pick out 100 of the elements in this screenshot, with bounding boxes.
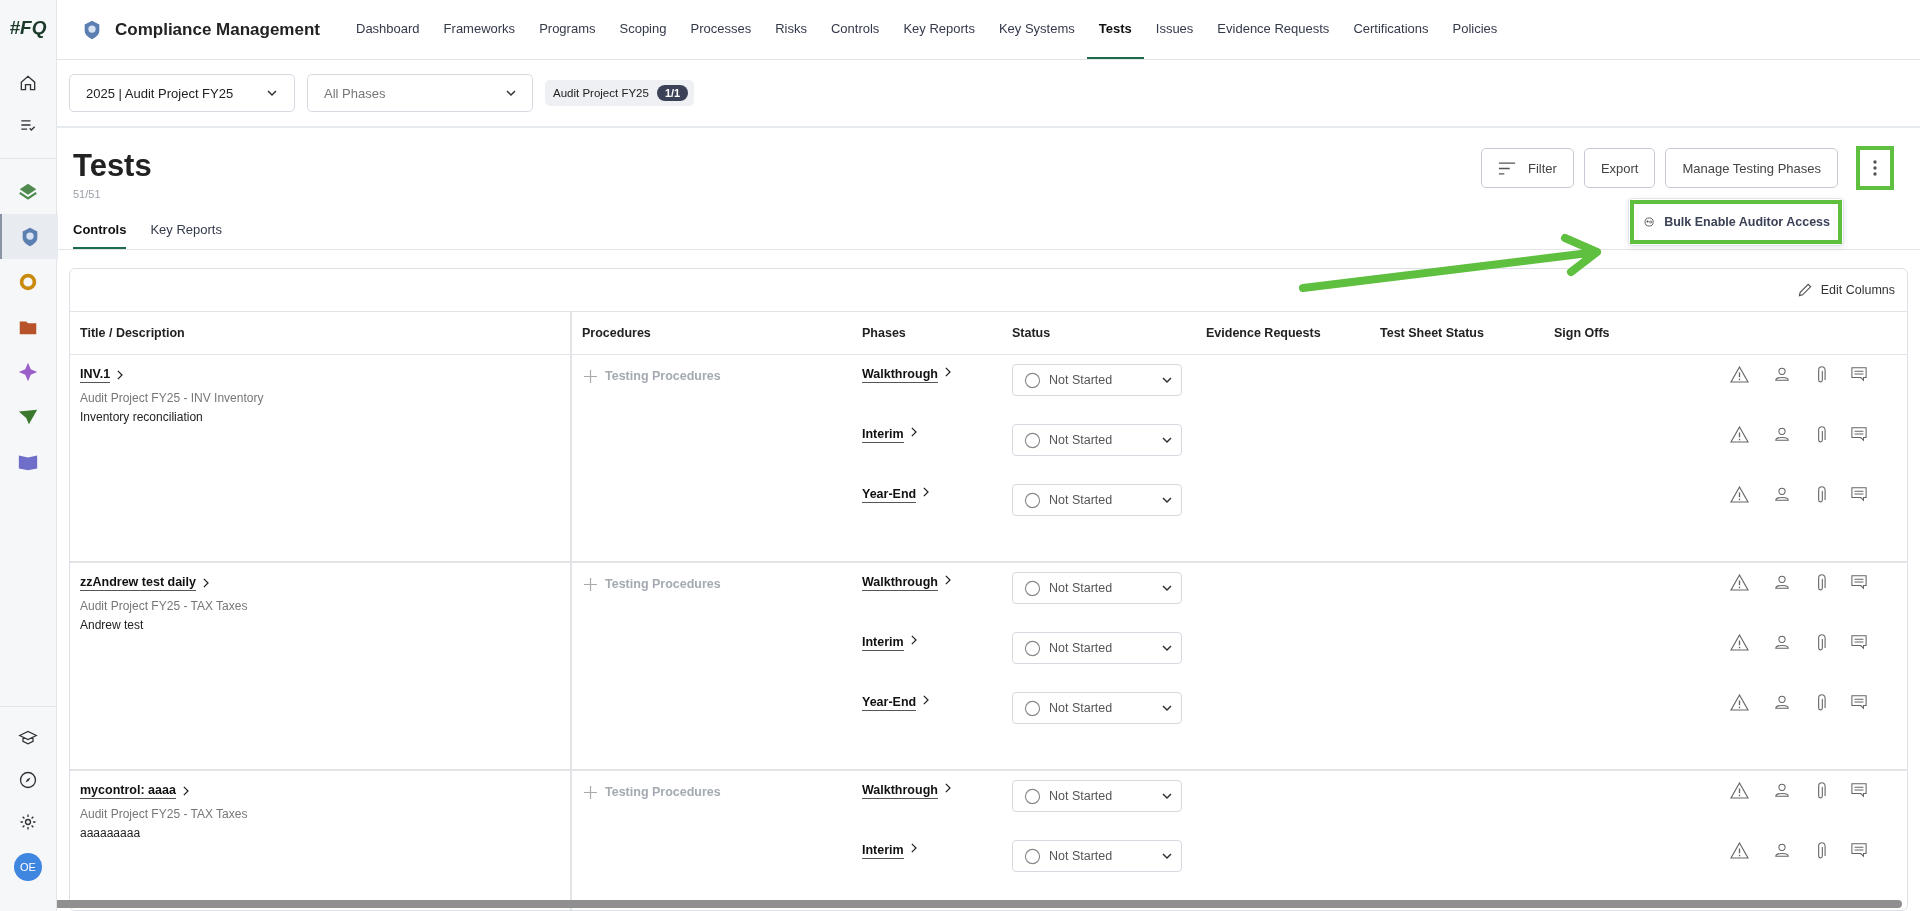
comment-icon[interactable]: [1850, 486, 1868, 502]
chevron-right-icon: [909, 843, 917, 853]
action-button[interactable]: Export: [1583, 148, 1656, 188]
plus-icon: [584, 785, 597, 799]
settings-icon[interactable]: [18, 812, 38, 832]
status-dropdown[interactable]: Not Started: [1012, 484, 1182, 516]
nav-tab[interactable]: Programs: [527, 0, 608, 59]
view-tab[interactable]: Controls: [73, 222, 127, 249]
view-tab[interactable]: Key Reports: [150, 222, 222, 249]
app-logo[interactable]: #FQ: [9, 17, 47, 39]
chevron-right-icon: [181, 786, 189, 796]
person-icon[interactable]: [1773, 694, 1791, 710]
warning-icon[interactable]: [1730, 842, 1749, 859]
warning-icon[interactable]: [1730, 634, 1749, 651]
chevron-right-icon: [116, 370, 124, 380]
nav-tab[interactable]: Key Reports: [891, 0, 987, 59]
action-button[interactable]: Filter: [1481, 148, 1574, 188]
status-dropdown[interactable]: Not Started: [1012, 780, 1182, 812]
warning-icon[interactable]: [1730, 426, 1749, 443]
chevron-down-icon: [1161, 642, 1173, 654]
compass-icon[interactable]: [18, 770, 38, 790]
nav-tab[interactable]: Dashboard: [344, 0, 432, 59]
control-title-link[interactable]: INV.1: [80, 367, 111, 383]
phase-link[interactable]: Walkthrough: [862, 367, 938, 383]
nav-tab[interactable]: Scoping: [607, 0, 679, 59]
comment-icon[interactable]: [1850, 574, 1868, 590]
record-count: 51/51: [73, 188, 102, 200]
chevron-down-icon: [1161, 582, 1173, 594]
status-dropdown[interactable]: Not Started: [1012, 632, 1182, 664]
phase-link[interactable]: Interim: [862, 427, 904, 443]
phase-link[interactable]: Interim: [862, 635, 904, 651]
nav-tab[interactable]: Frameworks: [431, 0, 528, 59]
person-icon[interactable]: [1773, 426, 1791, 442]
comment-icon[interactable]: [1850, 426, 1868, 442]
paperclip-icon[interactable]: [1815, 366, 1826, 385]
phases-dropdown[interactable]: All Phases: [307, 74, 533, 112]
nav-tab[interactable]: Key Systems: [986, 0, 1087, 59]
person-icon[interactable]: [1773, 366, 1791, 382]
project-chip[interactable]: Audit Project FY25 1/1: [545, 80, 695, 106]
chevron-down-icon: [1161, 434, 1173, 446]
phase-link[interactable]: Walkthrough: [862, 783, 938, 799]
person-icon[interactable]: [1773, 486, 1791, 502]
paperclip-icon[interactable]: [1815, 634, 1826, 653]
plus-icon: [584, 369, 597, 383]
count-badge: 1/1: [656, 85, 689, 101]
column-header: Procedures: [582, 326, 651, 340]
warning-icon[interactable]: [1730, 694, 1749, 711]
nav-tab[interactable]: Tests: [1086, 0, 1144, 59]
paperclip-icon[interactable]: [1815, 426, 1826, 445]
status-dropdown[interactable]: Not Started: [1012, 692, 1182, 724]
phase-link[interactable]: Year-End: [862, 695, 917, 711]
paperclip-icon[interactable]: [1815, 694, 1826, 713]
phase-link[interactable]: Year-End: [862, 487, 917, 503]
nav-tab[interactable]: Risks: [763, 0, 819, 59]
paperclip-icon[interactable]: [1815, 574, 1826, 593]
status-dropdown[interactable]: Not Started: [1012, 572, 1182, 604]
comment-icon[interactable]: [1850, 694, 1868, 710]
circle-icon: [1024, 787, 1041, 805]
menu-item[interactable]: Bulk Enable Auditor Access: [1632, 202, 1840, 242]
comment-icon[interactable]: [1850, 782, 1868, 798]
comment-icon[interactable]: [1850, 366, 1868, 382]
nav-tab[interactable]: Certifications: [1341, 0, 1441, 59]
nav-tab[interactable]: Evidence Requests: [1205, 0, 1342, 59]
paperclip-icon[interactable]: [1815, 782, 1826, 801]
nav-tab[interactable]: Processes: [678, 0, 764, 59]
control-title-link[interactable]: mycontrol: aaaa: [80, 783, 176, 799]
plus-icon: [584, 577, 597, 591]
control-title-link[interactable]: zzAndrew test daily: [80, 575, 196, 591]
warning-icon[interactable]: [1730, 574, 1749, 591]
chevron-right-icon: [909, 427, 917, 437]
comment-icon[interactable]: [1850, 842, 1868, 858]
nav-tab[interactable]: Issues: [1143, 0, 1206, 59]
person-icon[interactable]: [1773, 634, 1791, 650]
person-icon[interactable]: [1773, 782, 1791, 798]
person-icon[interactable]: [1773, 574, 1791, 590]
warning-icon[interactable]: [1730, 366, 1749, 383]
warning-icon[interactable]: [1730, 486, 1749, 503]
edit-columns-link[interactable]: Edit Columns: [1796, 282, 1895, 298]
action-button[interactable]: Manage Testing Phases: [1665, 148, 1838, 188]
circle-icon: [1024, 639, 1041, 657]
project-dropdown[interactable]: 2025 | Audit Project FY25: [69, 74, 295, 112]
warning-icon[interactable]: [1730, 782, 1749, 799]
vertical-dots-icon: [1873, 160, 1877, 176]
chevron-down-icon: [1161, 702, 1173, 714]
control-description: Andrew test: [80, 618, 145, 632]
nav-tab[interactable]: Policies: [1440, 0, 1510, 59]
status-dropdown[interactable]: Not Started: [1012, 840, 1182, 872]
status-dropdown[interactable]: Not Started: [1012, 424, 1182, 456]
paperclip-icon[interactable]: [1815, 842, 1826, 861]
person-icon[interactable]: [1773, 842, 1791, 858]
circle-icon: [1024, 699, 1041, 717]
comment-icon[interactable]: [1850, 634, 1868, 650]
phase-link[interactable]: Walkthrough: [862, 575, 938, 591]
chevron-down-icon: [1161, 494, 1173, 506]
nav-tab[interactable]: Controls: [818, 0, 892, 59]
paperclip-icon[interactable]: [1815, 486, 1826, 505]
phase-link[interactable]: Interim: [862, 843, 904, 859]
status-dropdown[interactable]: Not Started: [1012, 364, 1182, 396]
user-avatar[interactable]: OE: [14, 853, 42, 881]
home-icon[interactable]: [18, 73, 38, 93]
